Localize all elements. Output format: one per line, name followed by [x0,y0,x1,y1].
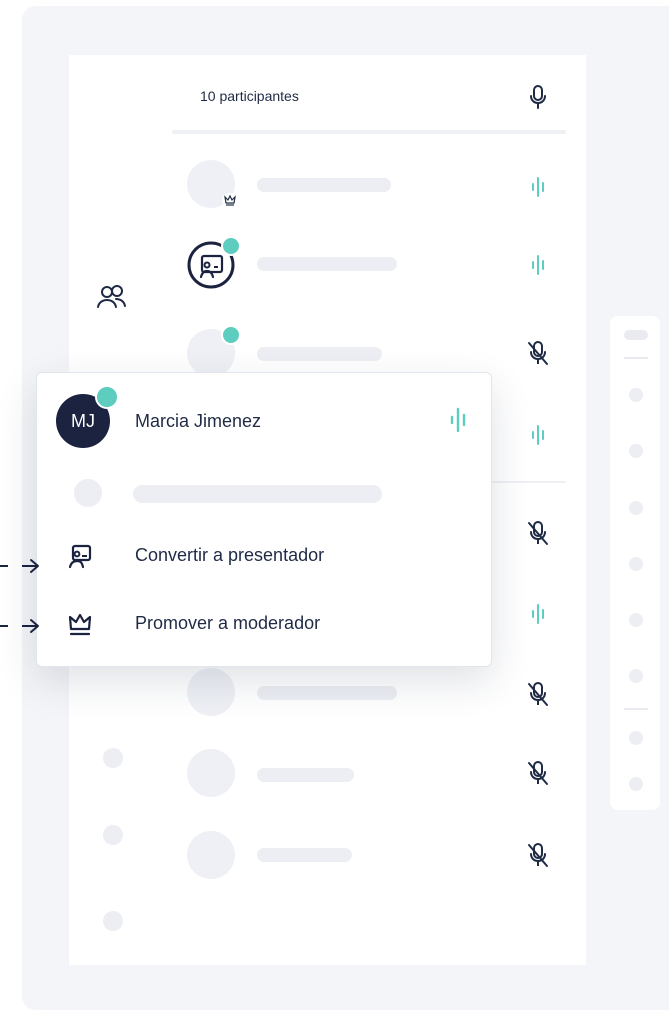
presenter-icon [68,544,92,569]
promote-moderator-menu-item[interactable]: Promover a moderador [37,599,491,649]
side-toolbar [610,316,660,810]
microphone-off-icon[interactable] [527,681,549,707]
side-divider [624,708,648,710]
side-tool-dot[interactable] [629,731,643,745]
participants-count: 10 participantes [200,88,299,104]
placeholder-bar [133,485,382,503]
participant-context-menu: MJ Marcia Jimenez Convertir a presentado… [36,372,492,667]
microphone-icon[interactable] [527,84,549,110]
rail-dot[interactable] [103,911,123,931]
participants-icon[interactable] [96,283,128,311]
make-presenter-label: Convertir a presentador [135,545,325,565]
header-divider [172,130,566,134]
microphone-off-icon[interactable] [527,520,549,546]
rail-dot[interactable] [103,825,123,845]
online-status-dot [221,325,241,345]
side-tool-dot[interactable] [629,444,643,458]
participant-name-placeholder [257,347,382,361]
audio-wave-icon [532,177,544,197]
crown-badge-icon [222,193,238,207]
participant-name: Marcia Jimenez [135,411,262,431]
promote-moderator-label: Promover a moderador [135,613,321,633]
side-tool-dot[interactable] [629,613,643,627]
audio-wave-icon [532,604,544,624]
side-tool-dot[interactable] [629,557,643,571]
online-status-dot [221,236,241,256]
participant-name-placeholder [257,768,354,782]
make-presenter-menu-item[interactable]: Convertir a presentador [37,531,491,581]
microphone-off-icon[interactable] [527,340,549,366]
participant-avatar[interactable] [187,749,235,797]
audio-wave-icon [450,407,466,433]
placeholder-dot [74,479,102,507]
rail-dot[interactable] [103,748,123,768]
online-status-dot [95,385,119,409]
participant-name-placeholder [257,257,397,271]
participant-avatar[interactable] [187,831,235,879]
audio-wave-icon [532,255,544,275]
side-tool-dot[interactable] [629,501,643,515]
arrow-right-icon [0,559,39,573]
participant-name-placeholder [257,848,352,862]
side-tool-dot[interactable] [629,669,643,683]
side-tool-dot[interactable] [629,388,643,402]
arrow-right-icon [0,619,39,633]
avatar-initials: MJ [71,410,95,431]
side-tool-dot[interactable] [629,777,643,791]
audio-wave-icon [532,425,544,445]
microphone-off-icon[interactable] [527,842,549,868]
section-divider [490,481,566,483]
side-toolbar-handle[interactable] [624,330,648,340]
participant-name-placeholder [257,686,397,700]
microphone-off-icon[interactable] [527,760,549,786]
side-divider [624,357,648,359]
crown-icon [68,613,92,636]
participant-name-placeholder [257,178,391,192]
participant-avatar[interactable] [187,668,235,716]
